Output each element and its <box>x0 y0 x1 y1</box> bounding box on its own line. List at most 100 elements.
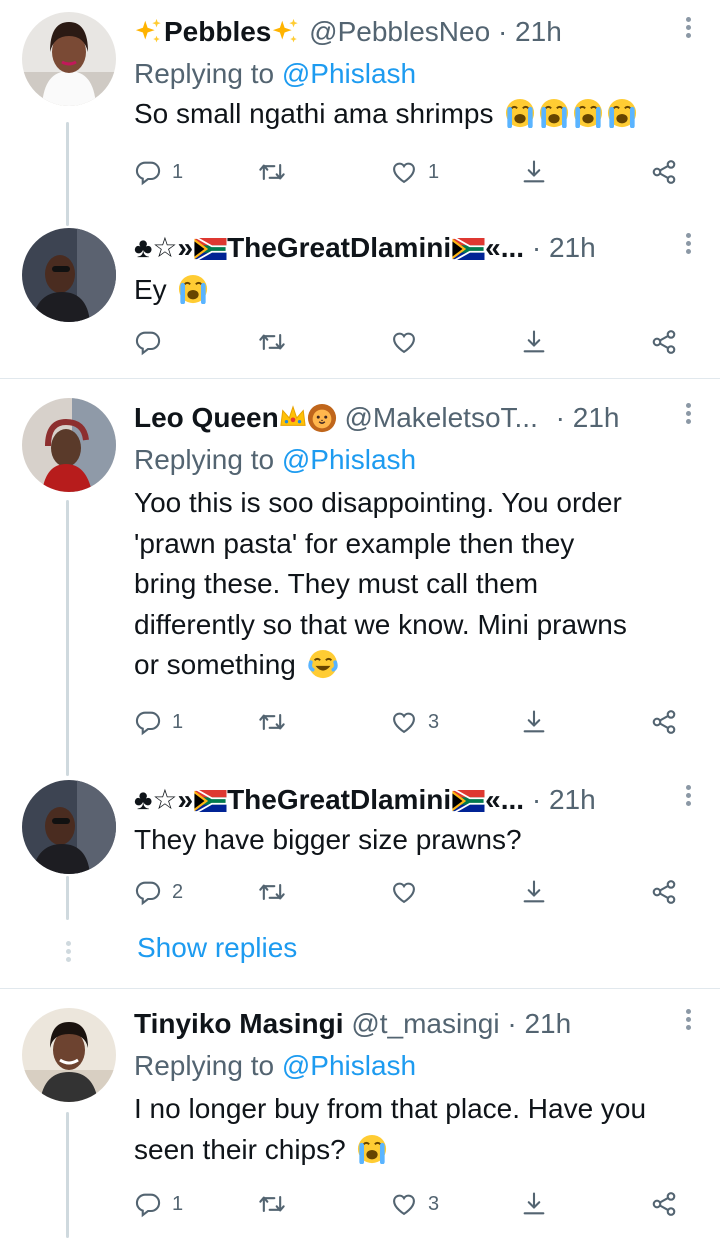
share-icon <box>520 1190 548 1218</box>
display-name[interactable]: Pebbles <box>164 16 271 47</box>
heart-icon <box>390 158 418 186</box>
like-count: 3 <box>428 1192 440 1215</box>
like-button[interactable]: 1 <box>390 152 439 192</box>
share-button[interactable] <box>520 1184 548 1224</box>
avatar[interactable] <box>22 228 116 322</box>
reply-button[interactable]: 2 <box>134 872 183 912</box>
tweet-text: Yoo this is soo disappointing. You order… <box>134 483 698 686</box>
show-replies-link[interactable]: Show replies <box>137 928 297 968</box>
more-options-icon[interactable] <box>678 1006 698 1036</box>
reply-button[interactable]: 1 <box>134 702 183 742</box>
reply-button[interactable]: 1 <box>134 1184 183 1224</box>
share-via-button[interactable] <box>650 152 678 192</box>
user-handle[interactable]: @MakeletsoT... <box>344 402 537 433</box>
south-africa-flag-emoji <box>451 238 485 260</box>
display-name[interactable]: ♣☆» TheGreatDlamini «... <box>134 784 524 815</box>
timestamp[interactable]: 21h <box>549 232 596 263</box>
retweet-button[interactable] <box>258 322 286 362</box>
avatar[interactable] <box>22 12 116 106</box>
reply-count: 1 <box>172 1192 184 1215</box>
thread-line <box>66 876 69 920</box>
heart-icon <box>390 708 418 736</box>
like-button[interactable] <box>390 322 418 362</box>
share-via-button[interactable] <box>650 1184 678 1224</box>
retweet-icon <box>258 708 286 736</box>
share-network-icon <box>650 158 678 186</box>
like-button[interactable]: 3 <box>390 1184 439 1224</box>
share-network-icon <box>650 328 678 356</box>
share-icon <box>520 158 548 186</box>
avatar[interactable] <box>22 780 116 874</box>
reply-icon <box>134 1190 162 1218</box>
thread-line <box>66 500 69 776</box>
loudly-crying-emoji <box>539 98 569 128</box>
name-text: TheGreatDlamini <box>227 784 452 815</box>
user-handle[interactable]: @PebblesNeo <box>309 16 490 47</box>
timestamp[interactable]: 21h <box>524 1008 571 1039</box>
avatar[interactable] <box>22 398 116 492</box>
replying-to: Replying to @Phislash <box>134 54 698 94</box>
mention-link[interactable]: @Phislash <box>282 444 416 475</box>
separator-dot: · <box>497 16 508 47</box>
share-via-button[interactable] <box>650 872 678 912</box>
retweet-button[interactable] <box>258 1184 286 1224</box>
divider <box>0 988 720 989</box>
retweet-button[interactable] <box>258 872 286 912</box>
display-name[interactable]: Tinyiko Masingi <box>134 1008 344 1039</box>
more-options-icon[interactable] <box>678 400 698 430</box>
action-bar <box>134 322 694 362</box>
more-options-icon[interactable] <box>678 14 698 44</box>
share-icon <box>520 878 548 906</box>
like-count: 3 <box>428 710 440 733</box>
share-button[interactable] <box>520 322 548 362</box>
like-button[interactable]: 3 <box>390 702 439 742</box>
name-prefix: ♣☆» <box>134 784 194 815</box>
tweet-text-content: or something <box>134 649 296 680</box>
like-button[interactable] <box>390 872 418 912</box>
south-africa-flag-emoji <box>451 790 485 812</box>
timestamp[interactable]: 21h <box>573 402 620 433</box>
tweet-header: Leo Queen @MakeletsoT... · 21h <box>134 398 698 438</box>
action-bar: 1 1 <box>134 152 694 192</box>
replying-to-label: Replying to <box>134 444 282 475</box>
action-bar: 2 <box>134 872 694 912</box>
display-name[interactable]: ♣☆» TheGreatDlamini «... <box>134 232 524 263</box>
reply-count: 2 <box>172 880 184 903</box>
retweet-icon <box>258 158 286 186</box>
reply-button[interactable]: 1 <box>134 152 183 192</box>
separator-dot: · <box>531 232 542 263</box>
tweet-text-line-last: seen their chips? <box>134 1130 698 1171</box>
display-name[interactable]: Leo Queen <box>134 402 279 433</box>
mention-link[interactable]: @Phislash <box>282 1050 416 1081</box>
avatar[interactable] <box>22 1008 116 1102</box>
loudly-crying-emoji <box>573 98 603 128</box>
share-button[interactable] <box>520 702 548 742</box>
replying-to: Replying to @Phislash <box>134 1046 698 1086</box>
more-options-icon[interactable] <box>678 230 698 260</box>
tweet-text-line-last: or something <box>134 645 698 686</box>
share-via-button[interactable] <box>650 702 678 742</box>
retweet-button[interactable] <box>258 702 286 742</box>
timestamp[interactable]: 21h <box>549 784 596 815</box>
crown-emoji <box>279 404 307 430</box>
tweet-text-content: seen their chips? <box>134 1133 346 1165</box>
reply-icon <box>134 878 162 906</box>
reply-button[interactable] <box>134 322 162 362</box>
user-handle[interactable]: @t_masingi <box>351 1008 499 1039</box>
timestamp[interactable]: 21h <box>515 16 562 47</box>
separator-dot: · <box>555 402 565 433</box>
share-button[interactable] <box>520 872 548 912</box>
share-button[interactable] <box>520 152 548 192</box>
heart-icon <box>390 878 418 906</box>
name-prefix: ♣☆» <box>134 232 194 263</box>
mention-link[interactable]: @Phislash <box>282 58 416 89</box>
retweet-button[interactable] <box>258 152 286 192</box>
tweet-header: ♣☆» TheGreatDlamini «... · 21h <box>134 228 698 268</box>
tweet-text-content: Ey <box>134 274 167 305</box>
tears-of-joy-emoji <box>308 649 338 679</box>
sparkles-emoji <box>271 17 301 47</box>
reply-count: 1 <box>172 710 184 733</box>
more-options-icon[interactable] <box>678 782 698 812</box>
name-suffix: «... <box>485 784 525 815</box>
share-via-button[interactable] <box>650 322 678 362</box>
